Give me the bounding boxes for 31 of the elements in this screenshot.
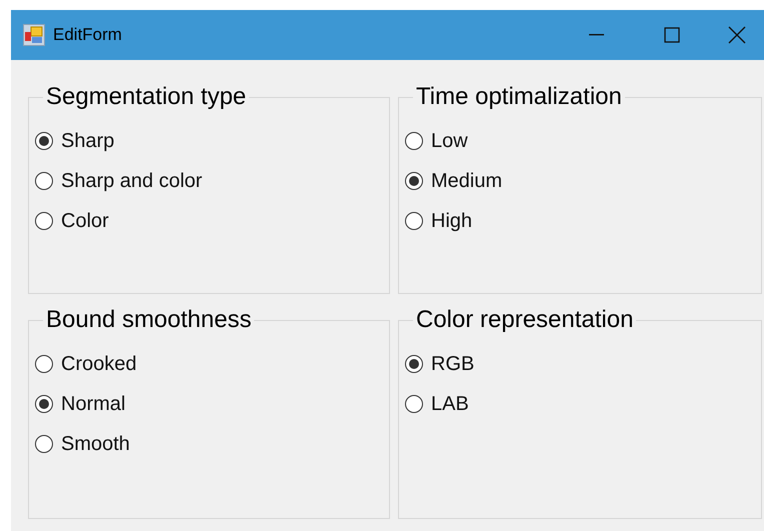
radio-button[interactable] [35, 395, 53, 413]
radio-button[interactable] [405, 172, 423, 190]
close-icon [728, 26, 746, 44]
radio-button[interactable] [35, 435, 53, 453]
group-title: Bound smoothness [45, 306, 252, 334]
radio-option[interactable]: Normal [35, 384, 383, 424]
radio-button[interactable] [405, 212, 423, 230]
radio-button[interactable] [35, 132, 53, 150]
radio-button[interactable] [405, 395, 423, 413]
radio-button[interactable] [35, 172, 53, 190]
window-title: EditForm [53, 24, 122, 46]
radio-option[interactable]: Medium [405, 161, 755, 201]
radio-option[interactable]: LAB [405, 384, 755, 424]
group-title: Color representation [415, 306, 634, 334]
group-title: Segmentation type [45, 83, 248, 111]
radio-option[interactable]: Color [35, 201, 383, 241]
radio-button[interactable] [35, 212, 53, 230]
group-title: Time optimalization [415, 83, 623, 111]
app-icon [23, 24, 45, 46]
radio-button[interactable] [405, 132, 423, 150]
radio-option[interactable]: High [405, 201, 755, 241]
radio-option[interactable]: Sharp and color [35, 161, 383, 201]
radio-button[interactable] [35, 355, 53, 373]
radio-button[interactable] [405, 355, 423, 373]
minimize-icon [588, 34, 604, 36]
maximize-icon [664, 27, 680, 43]
radio-option[interactable]: RGB [405, 344, 755, 384]
radio-option[interactable]: Low [405, 121, 755, 161]
radio-option[interactable]: Smooth [35, 424, 383, 464]
radio-option[interactable]: Crooked [35, 344, 383, 384]
radio-option[interactable]: Sharp [35, 121, 383, 161]
